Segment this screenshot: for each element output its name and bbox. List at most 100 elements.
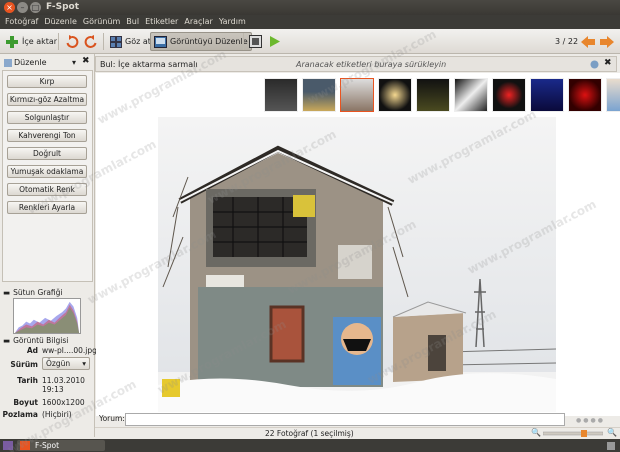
date-value: 11.03.2010 — [42, 376, 85, 385]
rotate-left-icon — [66, 34, 79, 48]
previous-photo-button[interactable] — [578, 32, 598, 51]
thumbnail-strip — [96, 76, 620, 116]
fullscreen-icon — [249, 35, 262, 48]
import-label: İçe aktar — [22, 37, 58, 46]
thumbnail-selected[interactable] — [340, 78, 374, 112]
zoom-in-icon[interactable]: 🔍 — [607, 428, 617, 437]
edit-panel-icon — [4, 58, 12, 67]
auto-color-button[interactable]: Otomatik Renk — [7, 183, 87, 196]
exposure-value: (Hiçbiri) — [42, 410, 72, 419]
resize-handle[interactable]: ●●●● — [576, 417, 605, 424]
soft-focus-button[interactable]: Yumuşak odaklama — [7, 165, 87, 178]
info-title: Görüntü Bilgisi — [13, 336, 69, 345]
arrow-left-icon — [581, 35, 595, 48]
chevron-down-icon: ▾ — [71, 58, 76, 67]
comment-label: Yorum: — [99, 414, 125, 423]
info-section-header[interactable]: ▬ Görüntü Bilgisi — [3, 336, 68, 345]
sidebar-header: Düzenle ▾ ✖ — [2, 56, 93, 69]
slideshow-button[interactable] — [265, 32, 284, 51]
histogram-chart — [13, 298, 81, 334]
find-clear-icon[interactable] — [590, 60, 599, 69]
menu-tags[interactable]: Etiketler — [143, 15, 182, 29]
browse-icon — [110, 35, 122, 48]
thumbnail[interactable] — [416, 78, 450, 112]
size-value: 1600x1200 — [42, 398, 85, 407]
next-photo-button[interactable] — [597, 32, 617, 51]
thumbnail[interactable] — [568, 78, 602, 112]
sidebar-selector[interactable]: Düzenle ▾ — [4, 57, 76, 68]
version-label: Sürüm — [10, 360, 38, 369]
window-title: F-Spot — [46, 2, 80, 12]
find-bar: Bul: İçe aktarma sarmalı Aranacak etiket… — [95, 56, 617, 72]
toolbar-separator — [243, 33, 244, 50]
toolbar-separator — [103, 33, 104, 50]
straighten-button[interactable]: Doğrult — [7, 147, 87, 160]
rotate-right-icon — [84, 34, 97, 48]
collapse-icon: ▬ — [3, 288, 11, 297]
menu-bar: Fotoğraf Düzenle Görünüm Bul Etiketler A… — [0, 15, 620, 29]
sepia-button[interactable]: Kahverengi Ton — [7, 129, 87, 142]
sidebar-close-icon[interactable]: ✖ — [82, 56, 90, 66]
status-bar: 22 Fotoğraf (1 seçilmiş) 🔍 🔍 — [95, 427, 620, 439]
adjust-colors-button[interactable]: Renkleri Ayarla — [7, 201, 87, 214]
sidebar-selector-label: Düzenle — [14, 58, 47, 67]
sidebar: Düzenle ▾ ✖ Kırp Kırmızı-göz Azaltma Sol… — [0, 54, 97, 437]
show-desktop-icon[interactable] — [3, 441, 13, 450]
name-value: ww-pl....00.jpg — [42, 346, 97, 355]
menu-edit[interactable]: Düzenle — [42, 15, 81, 29]
taskbar-fspot-label: F-Spot — [35, 441, 60, 450]
exposure-label: Pozlama — [2, 410, 38, 419]
window-minimize-button[interactable]: – — [17, 2, 28, 13]
menu-tools[interactable]: Araçlar — [182, 15, 216, 29]
arrow-right-icon — [600, 35, 614, 48]
thumbnail[interactable] — [606, 78, 620, 112]
date-label: Tarih — [17, 376, 38, 385]
photo-counter: 3 / 22 — [555, 37, 579, 46]
menu-help[interactable]: Yardım — [217, 15, 250, 29]
window-close-button[interactable]: × — [4, 2, 15, 13]
toolbar: İçe aktar Göz at Görüntüyü Düzenle 3 / 2… — [0, 29, 620, 54]
import-button[interactable]: İçe aktar — [2, 32, 60, 51]
find-query[interactable]: İçe aktarma sarmalı — [118, 60, 198, 69]
version-select[interactable]: Özgün ▾ — [42, 357, 90, 370]
browse-button[interactable]: Göz at — [107, 32, 154, 51]
crop-button[interactable]: Kırp — [7, 75, 87, 88]
find-drop-hint[interactable]: Aranacak etiketleri buraya sürükleyin — [296, 60, 446, 69]
rotate-left-button[interactable] — [62, 32, 82, 51]
thumbnail[interactable] — [264, 78, 298, 112]
plus-icon — [6, 35, 18, 48]
taskbar-fspot[interactable]: F-Spot — [17, 440, 105, 451]
redeye-button[interactable]: Kırmızı-göz Azaltma — [7, 93, 87, 106]
edit-view-label: Görüntüyü Düzenle — [170, 37, 248, 46]
edit-tools-list: Kırp Kırmızı-göz Azaltma Solgunlaştır Ka… — [2, 70, 93, 282]
window-maximize-button[interactable]: □ — [30, 2, 41, 13]
thumbnail[interactable] — [378, 78, 412, 112]
desaturate-button[interactable]: Solgunlaştır — [7, 111, 87, 124]
thumbnail[interactable] — [302, 78, 336, 112]
thumbnail[interactable] — [492, 78, 526, 112]
zoom-out-icon[interactable]: 🔍 — [531, 428, 541, 437]
find-close-icon[interactable]: ✖ — [604, 58, 612, 68]
zoom-slider[interactable] — [543, 430, 603, 437]
menu-find[interactable]: Bul — [124, 15, 143, 29]
histogram-title: Sütun Grafiği — [13, 288, 63, 297]
find-label: Bul: — [100, 60, 116, 69]
play-icon — [270, 36, 280, 47]
edit-view-button[interactable]: Görüntüyü Düzenle — [150, 32, 252, 51]
rotate-right-button[interactable] — [81, 32, 101, 51]
comment-input[interactable] — [125, 413, 565, 426]
trash-icon[interactable] — [606, 441, 616, 450]
thumbnail[interactable] — [530, 78, 564, 112]
chevron-down-icon: ▾ — [82, 359, 86, 368]
status-text: 22 Fotoğraf (1 seçilmiş) — [265, 429, 354, 438]
fspot-app-icon — [20, 441, 30, 450]
thumbnail[interactable] — [454, 78, 488, 112]
name-label: Ad — [26, 346, 38, 355]
house-photo — [158, 117, 556, 412]
menu-photo[interactable]: Fotoğraf — [3, 15, 42, 29]
main-photo[interactable] — [158, 117, 556, 412]
fullscreen-button[interactable] — [246, 32, 265, 51]
size-label: Boyut — [13, 398, 38, 407]
histogram-section-header[interactable]: ▬ Sütun Grafiği — [3, 288, 63, 297]
menu-view[interactable]: Görünüm — [81, 15, 124, 29]
